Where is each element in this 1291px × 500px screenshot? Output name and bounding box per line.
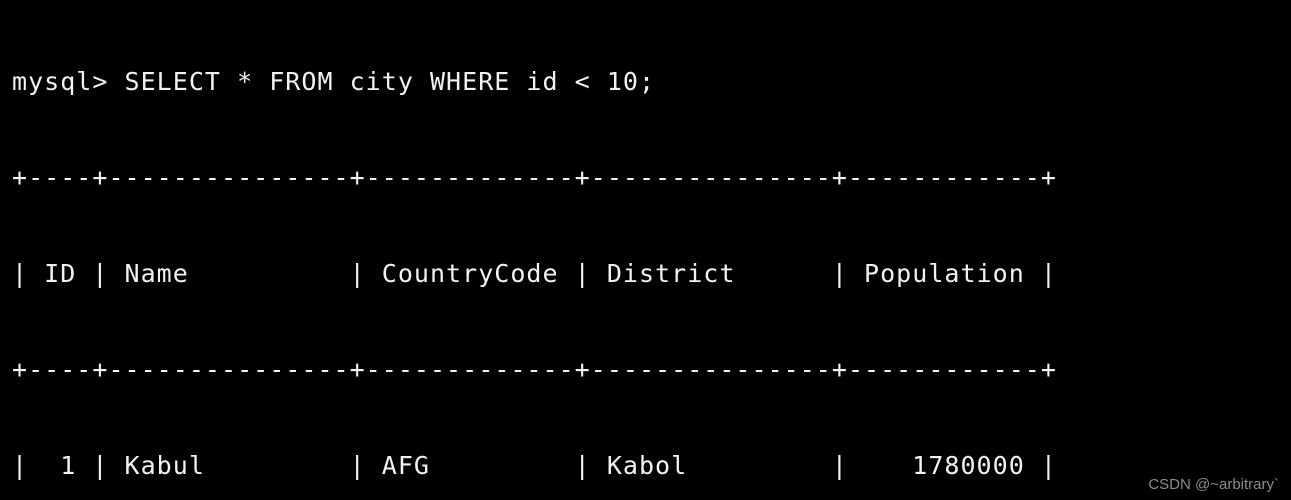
terminal-output[interactable]: mysql> SELECT * FROM city WHERE id < 10;… bbox=[12, 2, 1073, 500]
terminal-screen: mysql> SELECT * FROM city WHERE id < 10;… bbox=[0, 0, 1291, 500]
table-border-header-sep: +----+---------------+-------------+----… bbox=[12, 355, 1057, 384]
table-header-row: | ID | Name | CountryCode | District | P… bbox=[12, 259, 1057, 288]
table-row: | 1 | Kabul | AFG | Kabol | 1780000 | bbox=[12, 451, 1057, 480]
table-border-top: +----+---------------+-------------+----… bbox=[12, 163, 1057, 192]
csdn-watermark: CSDN @~arbitrary` bbox=[1148, 476, 1279, 493]
prompt-line: mysql> SELECT * FROM city WHERE id < 10; bbox=[12, 67, 656, 96]
